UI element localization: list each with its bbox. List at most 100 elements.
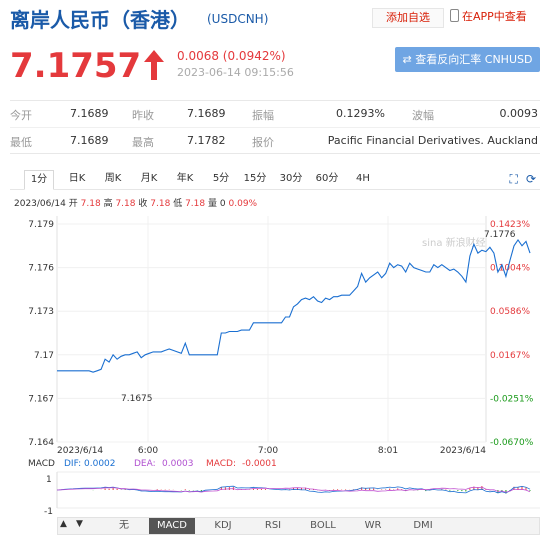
pct-value: 0.09% [228, 199, 258, 209]
price-chart[interactable]: 7.1797.1767.1737.177.1677.164 0.1423%0.1… [0, 210, 550, 515]
stats-table: 今开 7.1689 昨收 7.1689 振幅 0.1293% 波幅 0.0093… [10, 100, 540, 154]
close-value: 7.18 [150, 199, 171, 209]
ohlc-readout: 2023/06/14 开 7.18 高 7.18 收 7.18 低 7.18 量… [14, 196, 257, 209]
x-tick-label: 2023/6/14 [57, 446, 103, 456]
indicator-tabs: 无 MACD KDJ RSI BOLL WR DMI [57, 517, 540, 535]
stat-label: 波幅 [412, 109, 434, 122]
dif-line [56, 485, 531, 494]
macd-ytick: 1 [46, 475, 52, 485]
open-value: 7.18 [80, 199, 101, 209]
tab-yearly[interactable]: 年K [170, 170, 200, 190]
swap-icon: ⇄ [402, 53, 416, 66]
x-tick-label: 8:01 [378, 446, 398, 456]
ind-dmi[interactable]: DMI [401, 518, 445, 534]
reverse-rate-label: 查看反向汇率 CNHUSD [415, 53, 533, 66]
pct-tick-label: -0.0251% [490, 394, 534, 404]
stat-value: 7.1689 [187, 107, 226, 120]
x-tick-label: 7:00 [258, 446, 278, 456]
scroll-down-icon[interactable]: ▼ [76, 519, 83, 529]
dif-value: 0.0002 [84, 459, 116, 469]
ind-wr[interactable]: WR [351, 518, 395, 534]
pct-tick-label: 0.0586% [490, 307, 530, 317]
macd-label: MACD: [206, 459, 236, 469]
y-tick-label: 7.173 [28, 307, 54, 317]
stat-label: 今开 [10, 109, 32, 122]
stat-value: 7.1689 [70, 107, 109, 120]
tab-daily[interactable]: 日K [62, 170, 92, 190]
period-tabs: 1分 日K 周K 月K 年K 5分 15分 30分 60分 4H ⛶ ⟳ [10, 166, 540, 190]
low-value: 7.18 [185, 199, 206, 209]
high-value: 7.18 [115, 199, 136, 209]
stat-value: 0.0093 [499, 107, 539, 120]
view-in-app-label: 在APP中查看 [462, 10, 527, 23]
ind-macd[interactable]: MACD [149, 518, 195, 534]
stat-label: 振幅 [252, 109, 274, 122]
y-axis-labels: 7.179 7.176 7.173 7.17 7.167 7.164 [28, 220, 54, 448]
close-label: 收 [138, 199, 148, 209]
view-in-app-link[interactable]: 在APP中查看 [450, 8, 546, 28]
dea-value: 0.0003 [162, 459, 194, 469]
tab-1min[interactable]: 1分 [24, 170, 54, 190]
macd-title: MACD [28, 459, 55, 469]
low-label: 低 [173, 199, 183, 209]
refresh-icon[interactable]: ⟳ [526, 172, 536, 186]
stats-row: 今开 7.1689 昨收 7.1689 振幅 0.1293% 波幅 0.0093 [10, 101, 540, 127]
x-tick-label: 2023/6/14 [440, 446, 486, 456]
reverse-rate-button[interactable]: ⇄ 查看反向汇率 CNHUSD [395, 47, 540, 72]
tab-5min[interactable]: 5分 [206, 170, 236, 190]
stat-value: 7.1782 [187, 134, 226, 147]
stat-label: 昨收 [132, 109, 154, 122]
ind-rsi[interactable]: RSI [251, 518, 295, 534]
macd-value: -0.0001 [242, 459, 277, 469]
stat-label: 报价 [252, 136, 274, 149]
add-watchlist-button[interactable]: 添加自选 [372, 8, 444, 28]
y-tick-label: 7.176 [28, 264, 54, 274]
stat-label: 最高 [132, 136, 154, 149]
dif-label: DIF: [64, 459, 81, 469]
price-change: 0.0068 (0.0942%) [177, 49, 286, 63]
pct-tick-label: -0.0670% [490, 438, 534, 448]
stat-label: 最低 [10, 136, 32, 149]
price-line [57, 239, 531, 373]
open-label: 开 [68, 199, 78, 209]
chart-tools: ⛶ ⟳ [502, 172, 536, 187]
scroll-up-icon[interactable]: ▲ [60, 519, 67, 529]
ohlc-date: 2023/06/14 [14, 199, 66, 209]
high-label: 高 [103, 199, 113, 209]
vol-label: 量 [208, 199, 218, 209]
y-tick-label: 7.167 [28, 394, 54, 404]
low-annotation: 7.1675 [121, 394, 153, 404]
quote-datetime: 2023-06-14 09:15:56 [177, 66, 294, 79]
tab-weekly[interactable]: 周K [98, 170, 128, 190]
high-annotation: 7.1776 [484, 230, 516, 240]
ind-none[interactable]: 无 [102, 518, 146, 534]
dea-label: DEA: [134, 459, 156, 469]
symbol-code: (USDCNH) [207, 12, 269, 26]
stat-value: Pacific Financial Derivatives. Auckland [327, 134, 538, 147]
ind-kdj[interactable]: KDJ [201, 518, 245, 534]
tab-60min[interactable]: 60分 [312, 170, 342, 190]
current-price: 7.1757 [10, 46, 142, 86]
tab-15min[interactable]: 15分 [240, 170, 270, 190]
tab-30min[interactable]: 30分 [276, 170, 306, 190]
pct-tick-label: 0.1423% [490, 220, 530, 230]
stats-row: 最低 7.1689 最高 7.1782 报价 Pacific Financial… [10, 127, 540, 153]
vol-value: 0 [219, 199, 226, 209]
chart-grid [56, 216, 540, 509]
y-tick-label: 7.164 [28, 438, 54, 448]
expand-icon[interactable]: ⛶ [510, 172, 518, 186]
ind-boll[interactable]: BOLL [301, 518, 345, 534]
tab-monthly[interactable]: 月K [134, 170, 164, 190]
page-title: 离岸人民币（香港） [10, 8, 190, 32]
watermark: sina 新浪财经 [422, 236, 486, 249]
x-tick-label: 6:00 [138, 446, 158, 456]
stat-value: 0.1293% [336, 107, 385, 120]
y-tick-label: 7.17 [34, 351, 54, 361]
stat-value: 7.1689 [70, 134, 109, 147]
y-tick-label: 7.179 [28, 220, 54, 230]
pct-tick-label: 0.0167% [490, 351, 530, 361]
x-axis-labels: 2023/6/14 6:00 7:00 8:01 2023/6/14 [57, 446, 486, 456]
up-arrow-icon [144, 50, 164, 80]
phone-icon [450, 9, 459, 22]
tab-4h[interactable]: 4H [348, 170, 378, 190]
